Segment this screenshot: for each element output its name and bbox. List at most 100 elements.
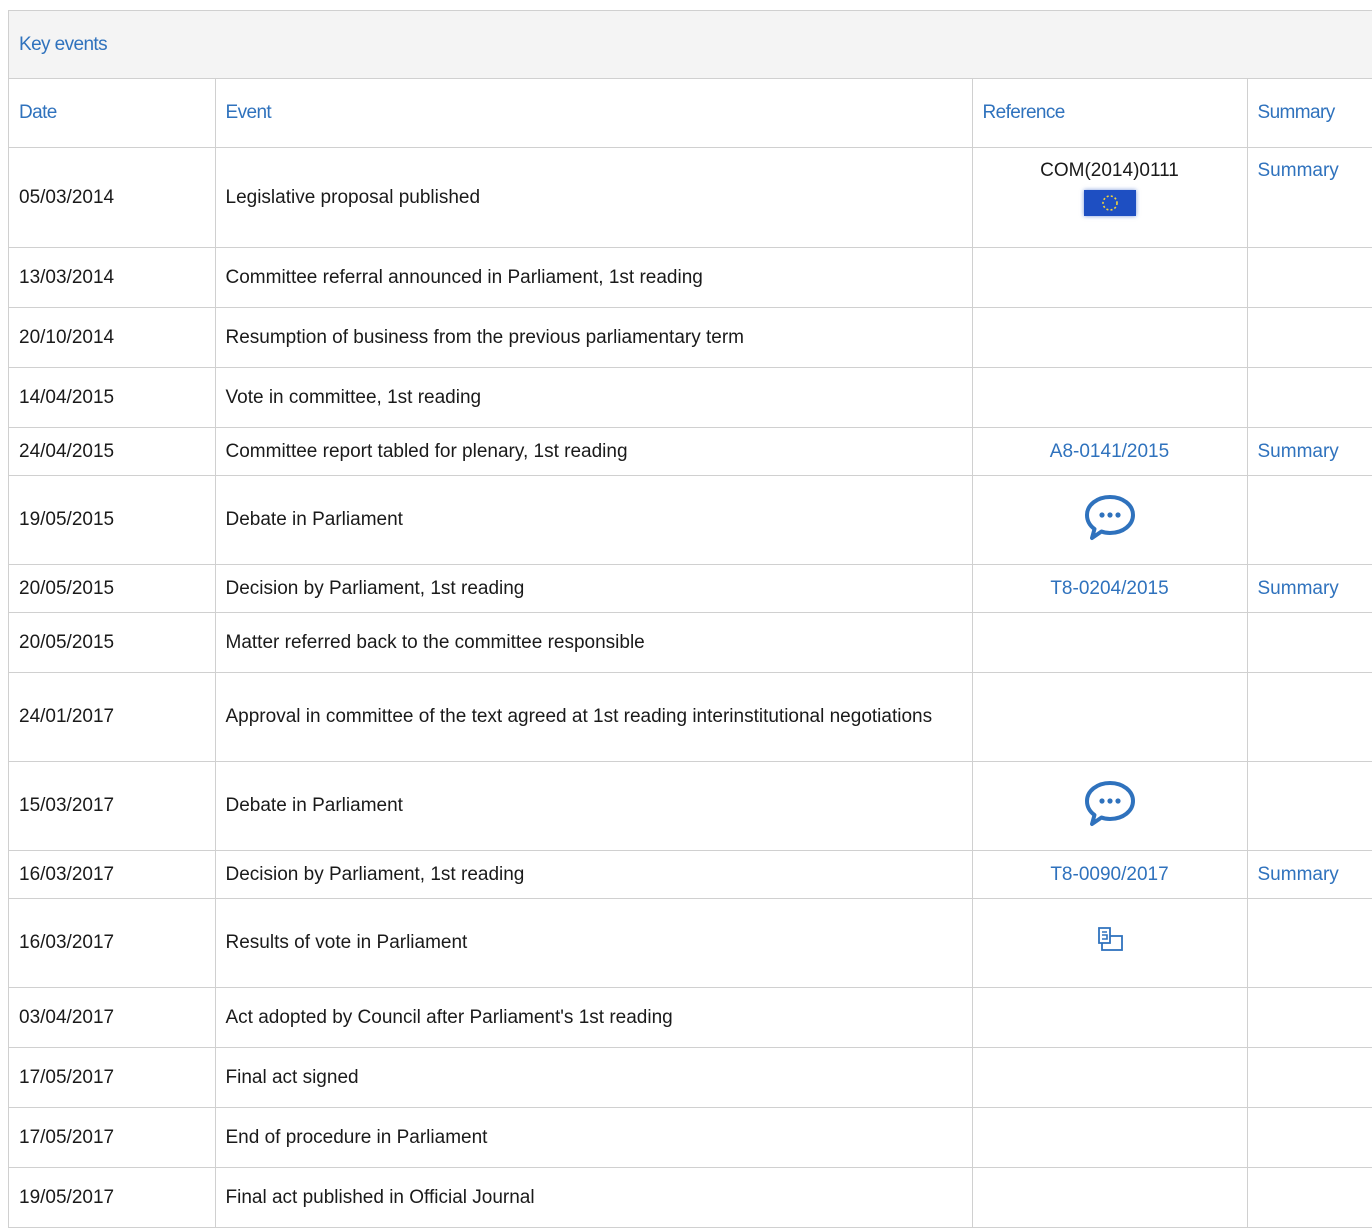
event-summary-cell xyxy=(1247,987,1372,1048)
column-header-date[interactable]: Date xyxy=(9,79,216,148)
event-name: Decision by Parliament, 1st reading xyxy=(215,564,973,613)
event-reference-cell xyxy=(972,987,1248,1048)
table-row: 17/05/2017 Final act signed xyxy=(9,1047,1372,1108)
event-date: 05/03/2014 xyxy=(9,147,216,248)
event-summary-cell: Summary xyxy=(1247,564,1372,613)
event-summary-cell: Summary xyxy=(1247,147,1372,248)
event-reference-cell: T8-0204/2015 xyxy=(972,564,1248,613)
event-date: 19/05/2017 xyxy=(9,1167,216,1228)
event-summary-cell xyxy=(1247,672,1372,762)
event-reference-cell xyxy=(972,761,1248,851)
event-summary-cell xyxy=(1247,1047,1372,1108)
event-reference-cell xyxy=(972,898,1248,988)
column-header-summary[interactable]: Summary xyxy=(1247,79,1372,148)
table-row: 03/04/2017 Act adopted by Council after … xyxy=(9,987,1372,1048)
reference-text: COM(2014)0111 xyxy=(1040,160,1179,181)
table-header-row: Date Event Reference Summary xyxy=(9,79,1372,148)
event-date: 24/04/2015 xyxy=(9,427,216,476)
event-name: Final act signed xyxy=(215,1047,973,1108)
event-date: 20/10/2014 xyxy=(9,307,216,368)
event-name: Results of vote in Parliament xyxy=(215,898,973,988)
table-row: 13/03/2014 Committee referral announced … xyxy=(9,247,1372,308)
event-date: 20/05/2015 xyxy=(9,564,216,613)
event-date: 14/04/2015 xyxy=(9,367,216,428)
event-summary-cell xyxy=(1247,612,1372,673)
event-reference-cell xyxy=(972,672,1248,762)
event-reference-cell xyxy=(972,1107,1248,1168)
summary-link[interactable]: Summary xyxy=(1258,864,1339,885)
reference-link[interactable]: A8-0141/2015 xyxy=(1050,441,1169,462)
table-row: 17/05/2017 End of procedure in Parliamen… xyxy=(9,1107,1372,1168)
event-reference-cell: COM(2014)0111 xyxy=(972,147,1248,248)
event-name: End of procedure in Parliament xyxy=(215,1107,973,1168)
event-reference-cell xyxy=(972,1047,1248,1108)
event-name: Decision by Parliament, 1st reading xyxy=(215,850,973,899)
event-summary-cell xyxy=(1247,898,1372,988)
event-summary-cell xyxy=(1247,761,1372,851)
reference-link[interactable]: T8-0204/2015 xyxy=(1050,578,1168,599)
event-reference-cell xyxy=(972,1167,1248,1228)
event-summary-cell xyxy=(1247,247,1372,308)
event-date: 20/05/2015 xyxy=(9,612,216,673)
event-name: Committee report tabled for plenary, 1st… xyxy=(215,427,973,476)
panel-title: Key events xyxy=(9,11,1372,79)
event-reference-cell xyxy=(972,367,1248,428)
key-events-table: Date Event Reference Summary 05/03/2014 … xyxy=(9,79,1372,1228)
event-reference-cell xyxy=(972,612,1248,673)
table-row: 14/04/2015 Vote in committee, 1st readin… xyxy=(9,367,1372,428)
event-name: Committee referral announced in Parliame… xyxy=(215,247,973,308)
event-name: Act adopted by Council after Parliament'… xyxy=(215,987,973,1048)
table-row: 20/10/2014 Resumption of business from t… xyxy=(9,307,1372,368)
event-reference-cell xyxy=(972,475,1248,565)
table-row: 16/03/2017 Results of vote in Parliament xyxy=(9,898,1372,988)
event-date: 15/03/2017 xyxy=(9,761,216,851)
event-date: 13/03/2014 xyxy=(9,247,216,308)
event-reference-cell xyxy=(972,307,1248,368)
summary-link[interactable]: Summary xyxy=(1258,441,1339,462)
event-date: 17/05/2017 xyxy=(9,1047,216,1108)
debate-speech-bubble-icon[interactable] xyxy=(1083,778,1137,834)
event-name: Vote in committee, 1st reading xyxy=(215,367,973,428)
event-summary-cell xyxy=(1247,307,1372,368)
event-summary-cell xyxy=(1247,475,1372,565)
summary-link[interactable]: Summary xyxy=(1258,160,1339,181)
eu-flag-icon[interactable] xyxy=(1083,190,1136,216)
table-row: 05/03/2014 Legislative proposal publishe… xyxy=(9,147,1372,248)
table-row: 16/03/2017 Decision by Parliament, 1st r… xyxy=(9,850,1372,899)
reference-link[interactable]: T8-0090/2017 xyxy=(1050,864,1168,885)
table-row: 24/04/2015 Committee report tabled for p… xyxy=(9,427,1372,476)
table-row: 20/05/2015 Decision by Parliament, 1st r… xyxy=(9,564,1372,613)
key-events-panel: Key events Date Event Reference Summary … xyxy=(8,10,1372,1228)
event-name: Resumption of business from the previous… xyxy=(215,307,973,368)
event-name: Matter referred back to the committee re… xyxy=(215,612,973,673)
event-summary-cell: Summary xyxy=(1247,427,1372,476)
event-reference-cell: T8-0090/2017 xyxy=(972,850,1248,899)
event-reference-cell xyxy=(972,247,1248,308)
column-header-reference[interactable]: Reference xyxy=(972,79,1248,148)
event-date: 16/03/2017 xyxy=(9,898,216,988)
event-name: Debate in Parliament xyxy=(215,475,973,565)
table-row: 20/05/2015 Matter referred back to the c… xyxy=(9,612,1372,673)
table-row: 15/03/2017 Debate in Parliament xyxy=(9,761,1372,851)
event-date: 24/01/2017 xyxy=(9,672,216,762)
table-row: 19/05/2015 Debate in Parliament xyxy=(9,475,1372,565)
event-name: Final act published in Official Journal xyxy=(215,1167,973,1228)
column-header-event[interactable]: Event xyxy=(215,79,973,148)
event-date: 03/04/2017 xyxy=(9,987,216,1048)
event-name: Debate in Parliament xyxy=(215,761,973,851)
event-date: 16/03/2017 xyxy=(9,850,216,899)
summary-link[interactable]: Summary xyxy=(1258,578,1339,599)
table-row: 24/01/2017 Approval in committee of the … xyxy=(9,672,1372,762)
vote-results-icon[interactable] xyxy=(1093,923,1127,963)
event-summary-cell xyxy=(1247,367,1372,428)
event-name: Approval in committee of the text agreed… xyxy=(215,672,973,762)
event-name: Legislative proposal published xyxy=(215,147,973,248)
debate-speech-bubble-icon[interactable] xyxy=(1083,492,1137,548)
event-date: 17/05/2017 xyxy=(9,1107,216,1168)
event-summary-cell xyxy=(1247,1167,1372,1228)
event-summary-cell: Summary xyxy=(1247,850,1372,899)
event-reference-cell: A8-0141/2015 xyxy=(972,427,1248,476)
event-date: 19/05/2015 xyxy=(9,475,216,565)
event-summary-cell xyxy=(1247,1107,1372,1168)
table-row: 19/05/2017 Final act published in Offici… xyxy=(9,1167,1372,1228)
